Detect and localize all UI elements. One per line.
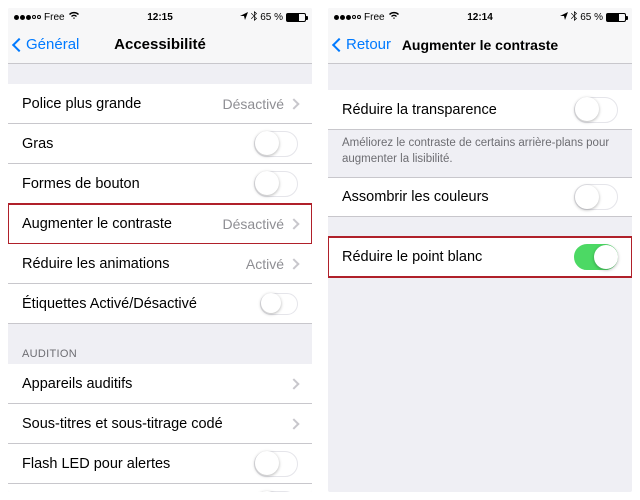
row-label: Gras	[22, 136, 254, 152]
row-increase-contrast[interactable]: Augmenter le contraste Désactivé	[8, 204, 312, 244]
footer-note-transparency: Améliorez le contraste de certains arriè…	[328, 130, 632, 177]
row-led-flash[interactable]: Flash LED pour alertes	[8, 444, 312, 484]
row-value: Activé	[246, 256, 284, 272]
wifi-icon	[388, 11, 400, 23]
phone-left: Free 12:15 65 % Général Accessibilité Po…	[8, 8, 312, 492]
chevron-right-icon	[288, 378, 299, 389]
row-label: Réduire la transparence	[342, 102, 574, 118]
row-label: Augmenter le contraste	[22, 216, 223, 232]
location-icon	[560, 12, 568, 23]
toggle-mono-audio[interactable]	[254, 491, 298, 493]
row-reduce-transparency[interactable]: Réduire la transparence	[328, 90, 632, 130]
row-label: Appareils auditifs	[22, 376, 290, 392]
row-on-off-labels[interactable]: Étiquettes Activé/Désactivé	[8, 284, 312, 324]
carrier-label: Free	[364, 12, 385, 23]
chevron-left-icon	[332, 37, 346, 51]
chevron-left-icon	[12, 37, 26, 51]
toggle-on-off-labels[interactable]	[260, 293, 298, 315]
row-bold-text[interactable]: Gras	[8, 124, 312, 164]
row-value: Désactivé	[223, 216, 284, 232]
row-subtitles[interactable]: Sous-titres et sous-titrage codé	[8, 404, 312, 444]
back-label: Général	[26, 36, 79, 53]
signal-dots	[334, 15, 361, 20]
toggle-reduce-white-point[interactable]	[574, 244, 618, 270]
carrier-label: Free	[44, 12, 65, 23]
row-reduce-motion[interactable]: Réduire les animations Activé	[8, 244, 312, 284]
nav-bar: Retour Augmenter le contraste	[328, 26, 632, 64]
toggle-reduce-transparency[interactable]	[574, 97, 618, 123]
row-label: Sous-titres et sous-titrage codé	[22, 416, 290, 432]
section-header-audition: AUDITION	[8, 344, 312, 364]
battery-percent: 65 %	[580, 12, 603, 23]
battery-percent: 65 %	[260, 12, 283, 23]
bluetooth-icon	[571, 11, 577, 24]
row-label: Flash LED pour alertes	[22, 456, 254, 472]
row-label: Étiquettes Activé/Désactivé	[22, 296, 260, 312]
battery-icon	[606, 13, 626, 22]
row-reduce-white-point[interactable]: Réduire le point blanc	[328, 237, 632, 277]
phone-right: Free 12:14 65 % Retour Augmenter le cont…	[328, 8, 632, 492]
back-button[interactable]: Retour	[334, 36, 391, 53]
settings-list: Réduire la transparence Améliorez le con…	[328, 64, 632, 492]
status-bar: Free 12:15 65 %	[8, 8, 312, 26]
toggle-darken-colors[interactable]	[574, 184, 618, 210]
toggle-bold-text[interactable]	[254, 131, 298, 157]
chevron-right-icon	[288, 218, 299, 229]
row-darken-colors[interactable]: Assombrir les couleurs	[328, 177, 632, 217]
nav-bar: Général Accessibilité	[8, 26, 312, 64]
settings-list: Police plus grande Désactivé Gras Formes…	[8, 64, 312, 492]
wifi-icon	[68, 11, 80, 23]
row-mono-audio[interactable]: Audio mono	[8, 484, 312, 492]
row-label: Assombrir les couleurs	[342, 189, 574, 205]
bluetooth-icon	[251, 11, 257, 24]
chevron-right-icon	[288, 418, 299, 429]
clock: 12:15	[111, 12, 208, 23]
chevron-right-icon	[288, 98, 299, 109]
row-label: Réduire les animations	[22, 256, 246, 272]
status-bar: Free 12:14 65 %	[328, 8, 632, 26]
row-larger-type[interactable]: Police plus grande Désactivé	[8, 84, 312, 124]
toggle-button-shapes[interactable]	[254, 171, 298, 197]
row-value: Désactivé	[223, 96, 284, 112]
signal-dots	[14, 15, 41, 20]
row-hearing-aids[interactable]: Appareils auditifs	[8, 364, 312, 404]
row-button-shapes[interactable]: Formes de bouton	[8, 164, 312, 204]
toggle-led-flash[interactable]	[254, 451, 298, 477]
row-label: Formes de bouton	[22, 176, 254, 192]
row-label: Police plus grande	[22, 96, 223, 112]
location-icon	[240, 12, 248, 23]
chevron-right-icon	[288, 258, 299, 269]
clock: 12:14	[431, 12, 528, 23]
row-label: Réduire le point blanc	[342, 249, 574, 265]
back-label: Retour	[346, 36, 391, 53]
battery-icon	[286, 13, 306, 22]
back-button[interactable]: Général	[14, 36, 79, 53]
